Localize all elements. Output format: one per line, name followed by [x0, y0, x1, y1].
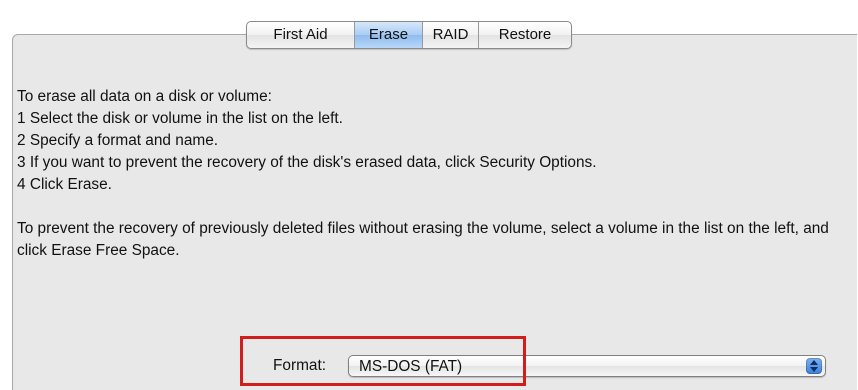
instruction-step-4: 4 Click Erase.: [17, 176, 112, 193]
instruction-step-2: 2 Specify a format and name.: [17, 132, 219, 149]
format-selected-value: MS-DOS (FAT): [359, 358, 463, 375]
select-arrows-icon: [806, 358, 822, 374]
erase-instructions: To erase all data on a disk or volume: 1…: [17, 86, 837, 262]
tab-bar: First Aid Erase RAID Restore: [246, 21, 572, 49]
instruction-step-3: 3 If you want to prevent the recovery of…: [17, 154, 597, 171]
instruction-step-1: 1 Select the disk or volume in the list …: [17, 110, 343, 127]
tab-erase[interactable]: Erase: [354, 22, 422, 48]
format-select[interactable]: MS-DOS (FAT): [348, 355, 826, 377]
chevron-down-icon: [810, 367, 818, 372]
erase-free-space-note: To prevent the recovery of previously de…: [17, 220, 829, 259]
tab-raid[interactable]: RAID: [422, 22, 478, 48]
instructions-intro: To erase all data on a disk or volume:: [17, 88, 272, 105]
tab-first-aid[interactable]: First Aid: [247, 22, 354, 48]
format-label: Format:: [273, 357, 327, 374]
chevron-up-icon: [810, 360, 818, 365]
disk-utility-erase-pane: First Aid Erase RAID Restore To erase al…: [0, 0, 858, 390]
format-row: Format: MS-DOS (FAT): [273, 352, 826, 380]
tab-restore[interactable]: Restore: [478, 22, 571, 48]
